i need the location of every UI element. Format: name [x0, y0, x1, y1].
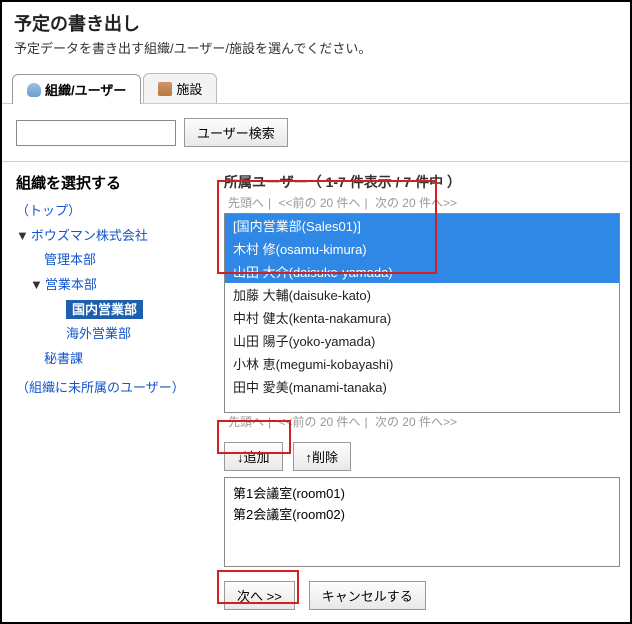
org-select-title: 組織を選択する: [16, 172, 210, 193]
search-input[interactable]: [16, 120, 176, 146]
list-item[interactable]: 山田 陽子(yoko-yamada): [225, 329, 619, 352]
tree-unassigned[interactable]: （組織に未所属のユーザー）: [16, 380, 185, 395]
pager-prev[interactable]: <<前の 20 件へ: [278, 196, 360, 210]
tabs: 組織/ユーザー 施設: [2, 63, 630, 104]
tab-label: 施設: [176, 79, 202, 98]
tree-top[interactable]: （トップ）: [16, 203, 81, 218]
list-item[interactable]: 第2会議室(room02): [233, 503, 611, 524]
tab-org-user[interactable]: 組織/ユーザー: [12, 74, 141, 104]
pager-first[interactable]: 先頭へ: [228, 415, 264, 429]
tree-sales[interactable]: 営業本部: [45, 277, 97, 292]
pager-next[interactable]: 次の 20 件へ>>: [375, 415, 457, 429]
tab-label: 組織/ユーザー: [45, 80, 126, 99]
pager-prev[interactable]: <<前の 20 件へ: [278, 415, 360, 429]
org-tree: （トップ） ▼ボウズマン株式会社 管理本部 ▼営業本部 国内営業部 海外営業部 …: [16, 199, 210, 401]
list-item[interactable]: 山田 大介(daisuke-yamada): [225, 260, 619, 283]
delete-button[interactable]: ↑削除: [293, 442, 352, 471]
user-icon: [27, 83, 41, 97]
pager-next[interactable]: 次の 20 件へ>>: [375, 196, 457, 210]
list-item[interactable]: [国内営業部(Sales01)]: [225, 214, 619, 237]
tree-caret-icon: ▼: [16, 228, 29, 243]
page-subtitle: 予定データを書き出す組織/ユーザー/施設を選んでください。: [14, 38, 618, 57]
facility-icon: [158, 82, 172, 96]
selected-listbox[interactable]: 第1会議室(room01) 第2会議室(room02): [224, 477, 620, 567]
tree-sales-domestic[interactable]: 国内営業部: [66, 300, 143, 319]
user-listbox[interactable]: [国内営業部(Sales01)] 木村 修(osamu-kimura) 山田 大…: [224, 213, 620, 413]
next-button[interactable]: 次へ >>: [224, 581, 295, 610]
list-item[interactable]: 第1会議室(room01): [233, 482, 611, 503]
list-item[interactable]: 田中 愛美(manami-tanaka): [225, 375, 619, 398]
tree-caret-icon: ▼: [30, 277, 43, 292]
pager-bottom: 先頭へ| <<前の 20 件へ| 次の 20 件へ>>: [224, 413, 620, 430]
tab-facility[interactable]: 施設: [143, 73, 217, 103]
pager-first[interactable]: 先頭へ: [228, 196, 264, 210]
list-item[interactable]: 中村 健太(kenta-nakamura): [225, 306, 619, 329]
tree-company[interactable]: ボウズマン株式会社: [31, 228, 148, 243]
member-list-title: 所属ユーザー（ 1-7 件表示 / 7 件中 ）: [224, 172, 620, 192]
list-item[interactable]: 小林 恵(megumi-kobayashi): [225, 352, 619, 375]
user-search-button[interactable]: ユーザー検索: [184, 118, 288, 147]
add-button[interactable]: ↓追加: [224, 442, 283, 471]
list-item[interactable]: 木村 修(osamu-kimura): [225, 237, 619, 260]
cancel-button[interactable]: キャンセルする: [309, 581, 426, 610]
page-title: 予定の書き出し: [14, 10, 618, 36]
tree-admin[interactable]: 管理本部: [44, 252, 96, 267]
list-item[interactable]: 加藤 大輔(daisuke-kato): [225, 283, 619, 306]
tree-sales-international[interactable]: 海外営業部: [66, 326, 131, 341]
tree-secretary[interactable]: 秘書課: [44, 351, 83, 366]
pager-top: 先頭へ| <<前の 20 件へ| 次の 20 件へ>>: [224, 194, 620, 211]
